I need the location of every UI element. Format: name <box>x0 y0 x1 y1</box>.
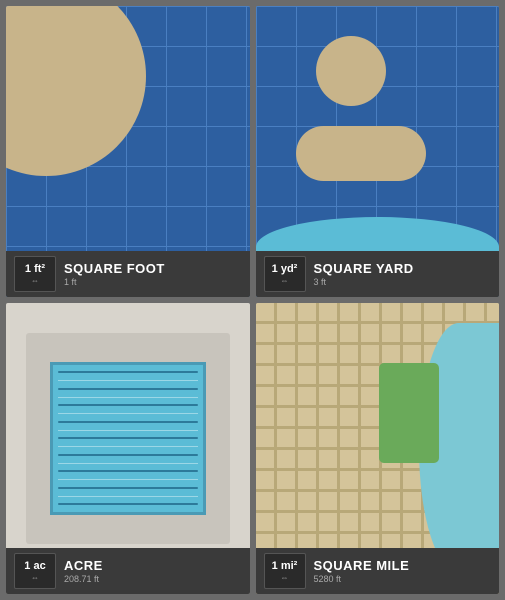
unit-arrows-sqmi: ⇔ <box>281 574 289 582</box>
pool-lane-9 <box>58 503 198 505</box>
pool-lane-3 <box>58 404 198 406</box>
panel-acre: 1 ac ⇔ ACRE 208.71 ft <box>6 303 250 594</box>
panel-label-square-foot: 1 ft² ⇔ SQUARE FOOT 1 ft <box>6 251 250 297</box>
label-subtitle-sqft: 1 ft <box>64 277 165 287</box>
person-head <box>316 36 386 106</box>
panel-square-foot: 1 ft² ⇔ SQUARE FOOT 1 ft <box>6 6 250 297</box>
label-subtitle-sqyd: 3 ft <box>314 277 414 287</box>
panel-label-square-yard: 1 yd² ⇔ SQUARE YARD 3 ft <box>256 251 500 297</box>
label-title-sqft: SQUARE FOOT <box>64 261 165 276</box>
unit-arrows-acre: ⇔ <box>31 574 39 582</box>
label-text-sqmi: SQUARE MILE 5280 ft <box>314 558 410 584</box>
unit-main-acre: 1 ac <box>24 560 45 573</box>
pool-lane-div-7 <box>58 479 198 480</box>
pool-lane-1 <box>58 371 198 373</box>
label-title-acre: ACRE <box>64 558 103 573</box>
pool-lane-div-6 <box>58 463 198 464</box>
unit-badge-sqyd: 1 yd² ⇔ <box>264 256 306 292</box>
label-text-sqft: SQUARE FOOT 1 ft <box>64 261 165 287</box>
pool-lane-div-8 <box>58 496 198 497</box>
unit-badge-sqmi: 1 mi² ⇔ <box>264 553 306 589</box>
unit-badge-acre: 1 ac ⇔ <box>14 553 56 589</box>
panel-label-square-mile: 1 mi² ⇔ SQUARE MILE 5280 ft <box>256 548 500 594</box>
unit-arrows-sqyd: ⇔ <box>281 277 289 285</box>
label-text-sqyd: SQUARE YARD 3 ft <box>314 261 414 287</box>
unit-main-sqft: 1 ft² <box>25 263 45 276</box>
swimming-pool <box>50 362 206 515</box>
pool-lane-8 <box>58 487 198 489</box>
panel-label-acre: 1 ac ⇔ ACRE 208.71 ft <box>6 548 250 594</box>
park-feature <box>379 363 439 463</box>
pool-lane-5 <box>58 437 198 439</box>
pool-lane-div-1 <box>58 380 198 381</box>
unit-badge-sqft: 1 ft² ⇔ <box>14 256 56 292</box>
pool-container <box>26 333 230 544</box>
pool-lane-div-4 <box>58 430 198 431</box>
pool-lane-2 <box>58 388 198 390</box>
panel-square-yard: 1 yd² ⇔ SQUARE YARD 3 ft <box>256 6 500 297</box>
person-body <box>296 126 426 181</box>
label-text-acre: ACRE 208.71 ft <box>64 558 103 584</box>
pool-lane-7 <box>58 470 198 472</box>
pool-lane-div-5 <box>58 446 198 447</box>
pool-lane-div-2 <box>58 397 198 398</box>
panel-square-mile: 1 mi² ⇔ SQUARE MILE 5280 ft <box>256 303 500 594</box>
label-title-sqmi: SQUARE MILE <box>314 558 410 573</box>
label-subtitle-sqmi: 5280 ft <box>314 574 410 584</box>
unit-arrows-sqft: ⇔ <box>31 277 39 285</box>
pool-lane-6 <box>58 454 198 456</box>
pool-lane-4 <box>58 421 198 423</box>
pool-lane-div-3 <box>58 413 198 414</box>
label-subtitle-acre: 208.71 ft <box>64 574 103 584</box>
unit-main-sqmi: 1 mi² <box>272 560 298 573</box>
label-title-sqyd: SQUARE YARD <box>314 261 414 276</box>
unit-main-sqyd: 1 yd² <box>272 263 298 276</box>
